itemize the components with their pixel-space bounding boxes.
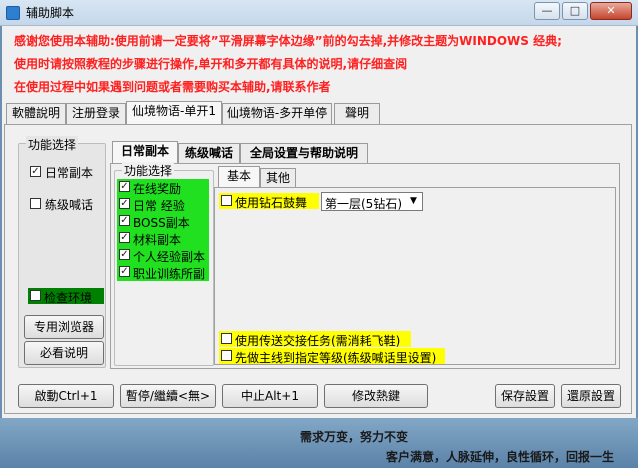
daily-exp-checkbox[interactable]: ✓	[119, 198, 130, 209]
diamond-row[interactable]: 使用钻石鼓舞	[219, 193, 319, 210]
daily-item-material[interactable]: ✓ 材料副本	[117, 230, 209, 247]
leveling-label: 练级喊话	[45, 198, 94, 212]
check-env-checkbox[interactable]	[30, 290, 41, 301]
job-training-label: 职业训练所副	[133, 267, 206, 281]
boss-checkbox[interactable]: ✓	[119, 215, 130, 226]
tab-register-login[interactable]: 注册登录	[66, 103, 126, 124]
pause-button[interactable]: 暫停/繼續<無>	[120, 384, 216, 408]
check-env-label: 检查环境	[44, 291, 93, 305]
diamond-level-value: 第一层(5钻石)	[325, 197, 402, 211]
subtab-daily[interactable]: 日常副本	[112, 141, 178, 164]
subtab-global[interactable]: 全局设置与帮助说明	[240, 143, 368, 164]
online-reward-checkbox[interactable]: ✓	[119, 181, 130, 192]
stop-button[interactable]: 中止Alt+1	[222, 384, 318, 408]
start-button[interactable]: 啟動Ctrl+1	[18, 384, 114, 408]
footer-banner: 需求万变，努力不变 客户满意，人脉延伸，良性循环，回报一生	[0, 418, 638, 468]
function-select-title: 功能选择	[26, 136, 79, 153]
tab-single-open[interactable]: 仙境物语-单开1	[126, 101, 222, 124]
notice-line-2: 使用时请按照教程的步骤进行操作,单开和多开都有具体的说明,请仔细查阅	[14, 57, 408, 71]
tab-multi-open[interactable]: 仙境物语-多开单停	[222, 103, 332, 124]
save-settings-button[interactable]: 保存設置	[495, 384, 555, 408]
daily-item-online-reward[interactable]: ✓ 在线奖励	[117, 179, 209, 196]
diamond-checkbox[interactable]	[221, 195, 232, 206]
diamond-level-select[interactable]: 第一层(5钻石) ▼	[321, 192, 423, 211]
minimize-button[interactable]: —	[534, 2, 560, 20]
leveling-checkbox[interactable]	[30, 198, 41, 209]
maximize-button[interactable]: □	[562, 2, 588, 20]
daily-item-boss[interactable]: ✓ BOSS副本	[117, 213, 209, 230]
mainline-row[interactable]: 先做主线到指定等级(练级喊话里设置)	[219, 348, 445, 365]
teleport-row[interactable]: 使用传送交接任务(需消耗飞鞋)	[219, 331, 411, 348]
title-bar: 辅助脚本 — □ ✕	[0, 0, 638, 26]
subtab-leveling[interactable]: 练级喊话	[178, 143, 240, 164]
teleport-label: 使用传送交接任务(需消耗飞鞋)	[235, 334, 401, 348]
boss-label: BOSS副本	[133, 216, 190, 230]
daily-item-job-training[interactable]: ✓ 职业训练所副	[117, 264, 209, 281]
daily-item-personal-exp[interactable]: ✓ 个人经验副本	[117, 247, 209, 264]
window-title: 辅助脚本	[26, 6, 75, 20]
footer-slogan-2: 客户满意，人脉延伸，良性循环，回报一生	[386, 450, 615, 464]
notice-line-3: 在使用过程中如果遇到问题或者需要购买本辅助,请联系作者	[14, 80, 331, 94]
mainline-checkbox[interactable]	[221, 350, 232, 361]
notice-line-1: 感谢您使用本辅助:使用前请一定要将”平滑屏幕字体边缘”前的勾去掉,并修改主题为W…	[14, 34, 562, 48]
guide-button[interactable]: 必看说明	[24, 341, 104, 365]
job-training-checkbox[interactable]: ✓	[119, 266, 130, 277]
hotkey-button[interactable]: 修改熱鍵	[324, 384, 428, 408]
daily-exp-label: 日常 经验	[133, 199, 185, 213]
browser-button[interactable]: 专用浏览器	[24, 315, 104, 339]
tab-statement[interactable]: 聲明	[334, 103, 380, 124]
daily-function-title: 功能选择	[122, 162, 175, 179]
teleport-checkbox[interactable]	[221, 333, 232, 344]
daily-checkbox[interactable]: ✓	[30, 166, 41, 177]
personal-exp-label: 个人经验副本	[133, 250, 206, 264]
daily-label: 日常副本	[45, 166, 94, 180]
tab-software-info[interactable]: 軟體說明	[6, 103, 66, 124]
diamond-label: 使用钻石鼓舞	[235, 196, 308, 210]
close-button[interactable]: ✕	[590, 2, 632, 20]
check-env-row[interactable]: 检查环境	[28, 288, 104, 305]
inner-tab-basic[interactable]: 基本	[218, 166, 260, 189]
mainline-label: 先做主线到指定等级(练级喊话里设置)	[235, 351, 437, 365]
online-reward-label: 在线奖励	[133, 182, 182, 196]
material-checkbox[interactable]: ✓	[119, 232, 130, 243]
restore-settings-button[interactable]: 還原設置	[561, 384, 621, 408]
personal-exp-checkbox[interactable]: ✓	[119, 249, 130, 260]
material-label: 材料副本	[133, 233, 182, 247]
footer-slogan-1: 需求万变，努力不变	[300, 430, 409, 444]
app-icon	[6, 6, 20, 20]
chevron-down-icon[interactable]: ▼	[406, 194, 421, 209]
inner-tab-other[interactable]: 其他	[260, 168, 296, 189]
daily-item-daily-exp[interactable]: ✓ 日常 经验	[117, 196, 209, 213]
